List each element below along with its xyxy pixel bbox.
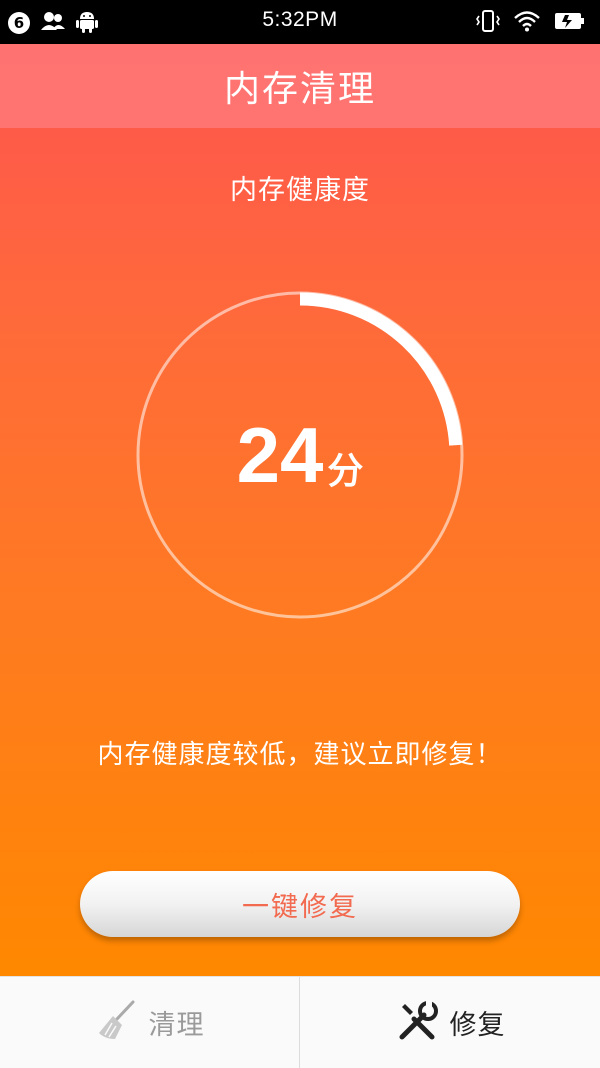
wifi-icon: [514, 10, 540, 36]
tab-clean[interactable]: 清理: [0, 977, 299, 1068]
main-panel: 内存清理 内存健康度 24 分 内存健康度较低，建议立即修复！ 一键修复: [0, 44, 600, 976]
broom-icon: [95, 999, 139, 1047]
score-value: 24: [236, 410, 324, 499]
page-title: 内存清理: [223, 69, 376, 110]
tab-clean-label: 清理: [148, 1010, 205, 1041]
status-bar: 6 5:32PM: [0, 0, 600, 44]
advice-text: 内存健康度较低，建议立即修复！: [97, 740, 503, 770]
health-score: 24 分: [135, 290, 465, 620]
tab-repair[interactable]: 修复: [301, 977, 600, 1068]
health-label: 内存健康度: [230, 175, 370, 206]
wrench-screwdriver-icon: [396, 999, 440, 1047]
battery-charging-icon: [554, 11, 586, 35]
bottom-tab-bar: 清理 修复: [0, 976, 600, 1068]
tab-divider: [299, 977, 300, 1068]
vibrate-icon: [476, 9, 500, 37]
one-click-repair-button[interactable]: 一键修复: [80, 871, 520, 937]
tab-repair-label: 修复: [449, 1010, 506, 1041]
title-bar: 内存清理: [0, 44, 600, 128]
status-right-icons: [476, 9, 586, 37]
score-unit: 分: [327, 451, 364, 492]
